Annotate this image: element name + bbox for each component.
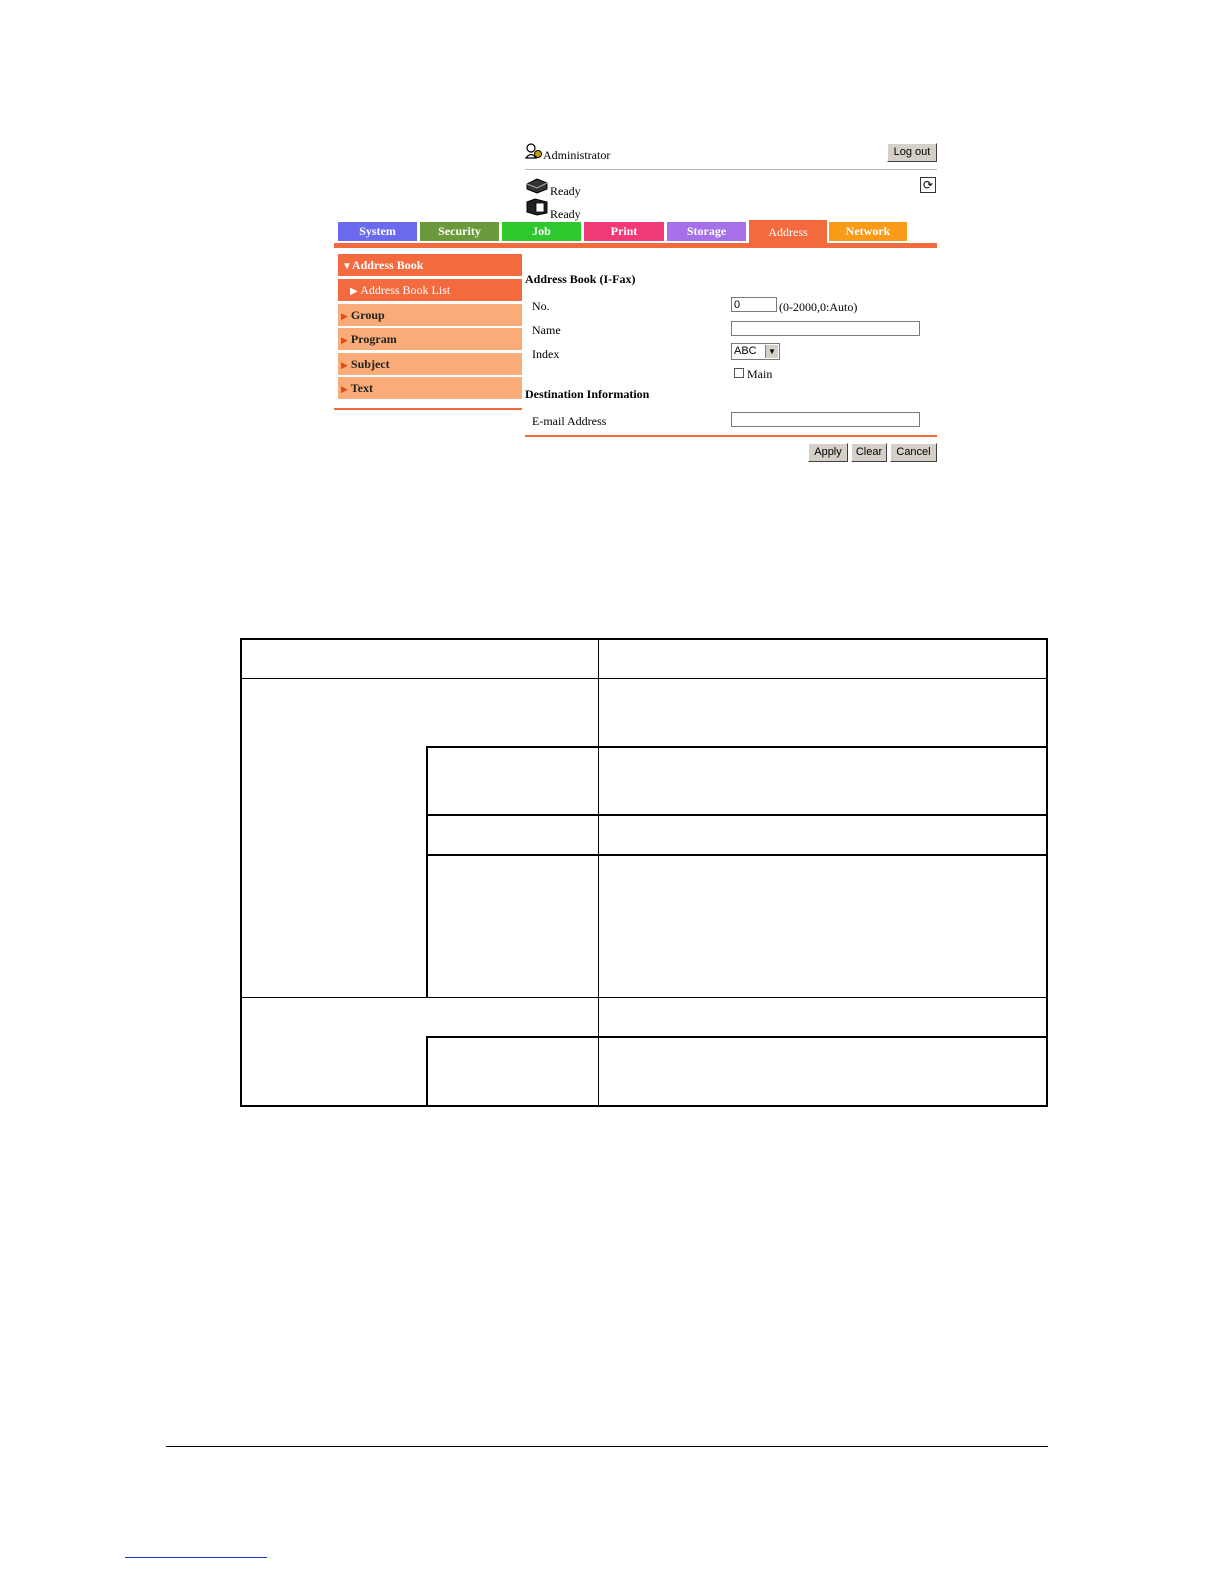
menu-item-subject[interactable]: ▶ Subject: [338, 353, 522, 375]
table-border: [240, 1105, 1048, 1107]
form-title: Address Book (I-Fax): [525, 272, 636, 286]
triangle-right-icon: ▶: [350, 286, 361, 297]
tab-network[interactable]: Network: [829, 222, 907, 241]
index-label: Index: [532, 347, 560, 361]
table-column-divider: [426, 746, 428, 998]
header-divider: [525, 169, 937, 170]
table-row-divider: [426, 814, 1048, 816]
table-row-divider: [426, 1036, 1048, 1038]
destination-title: Destination Information: [525, 387, 650, 401]
clear-button[interactable]: Clear: [851, 443, 887, 462]
email-label: E-mail Address: [532, 414, 607, 428]
menu-item-label: Text: [350, 381, 373, 395]
form-divider: [525, 435, 937, 437]
main-label: Main: [747, 367, 773, 381]
printer-icon: [525, 178, 549, 194]
table-border: [240, 638, 1048, 640]
no-hint: (0-2000,0:Auto): [779, 300, 858, 314]
triangle-right-icon: ▶: [341, 384, 348, 394]
name-label: Name: [532, 323, 561, 337]
chevron-down-icon: ▼: [765, 345, 778, 358]
table-row-divider: [240, 678, 1048, 679]
index-select-value: ABC: [734, 345, 757, 357]
no-input[interactable]: [731, 297, 777, 312]
triangle-right-icon: ▶: [341, 335, 348, 345]
tab-underline: [334, 243, 937, 248]
user-label: Administrator: [543, 148, 611, 162]
apply-button[interactable]: Apply: [808, 443, 848, 462]
no-label: No.: [532, 299, 550, 313]
table-row-divider: [426, 854, 1048, 856]
tab-job[interactable]: Job: [502, 222, 581, 241]
menu-item-program[interactable]: ▶ Program: [338, 328, 522, 350]
menu-item-address-book[interactable]: ▼Address Book: [338, 254, 522, 276]
menu-item-label: Program: [350, 332, 397, 346]
tab-system[interactable]: System: [338, 222, 417, 241]
tab-security[interactable]: Security: [420, 222, 499, 241]
footer-divider: [166, 1446, 1048, 1447]
tab-address[interactable]: Address: [749, 220, 827, 245]
refresh-icon[interactable]: ⟳: [920, 177, 936, 193]
table-row-divider: [426, 746, 1048, 748]
cancel-button[interactable]: Cancel: [890, 443, 937, 462]
logout-button[interactable]: Log out: [887, 143, 937, 162]
tab-print[interactable]: Print: [584, 222, 664, 241]
index-select[interactable]: ABC ▼: [731, 343, 780, 360]
scanner-status: Ready: [550, 207, 581, 221]
menu-item-label: Subject: [350, 357, 390, 371]
settings-table: [240, 638, 1048, 1107]
triangle-right-icon: ▶: [341, 311, 348, 321]
name-input[interactable]: [731, 321, 920, 336]
menu-item-label: Address Book List: [360, 283, 451, 297]
menu-item-address-book-list[interactable]: ▶ Address Book List: [338, 279, 522, 301]
menu-item-text[interactable]: ▶ Text: [338, 377, 522, 399]
scanner-icon: [525, 198, 549, 216]
footer-link-underline[interactable]: [125, 1557, 267, 1558]
table-border: [240, 638, 242, 1107]
menu-divider: [334, 408, 522, 410]
table-column-divider: [426, 1036, 428, 1107]
email-input[interactable]: [731, 412, 920, 427]
menu-item-label: Address Book: [351, 258, 424, 272]
table-row-divider: [240, 997, 1048, 998]
tab-storage[interactable]: Storage: [667, 222, 746, 241]
administrator-icon: [524, 143, 543, 159]
triangle-down-icon: ▼: [342, 261, 352, 272]
printer-status: Ready: [550, 184, 581, 198]
menu-item-group[interactable]: ▶ Group: [338, 304, 522, 326]
menu-item-label: Group: [350, 308, 385, 322]
triangle-right-icon: ▶: [341, 360, 348, 370]
main-checkbox[interactable]: [734, 368, 744, 378]
